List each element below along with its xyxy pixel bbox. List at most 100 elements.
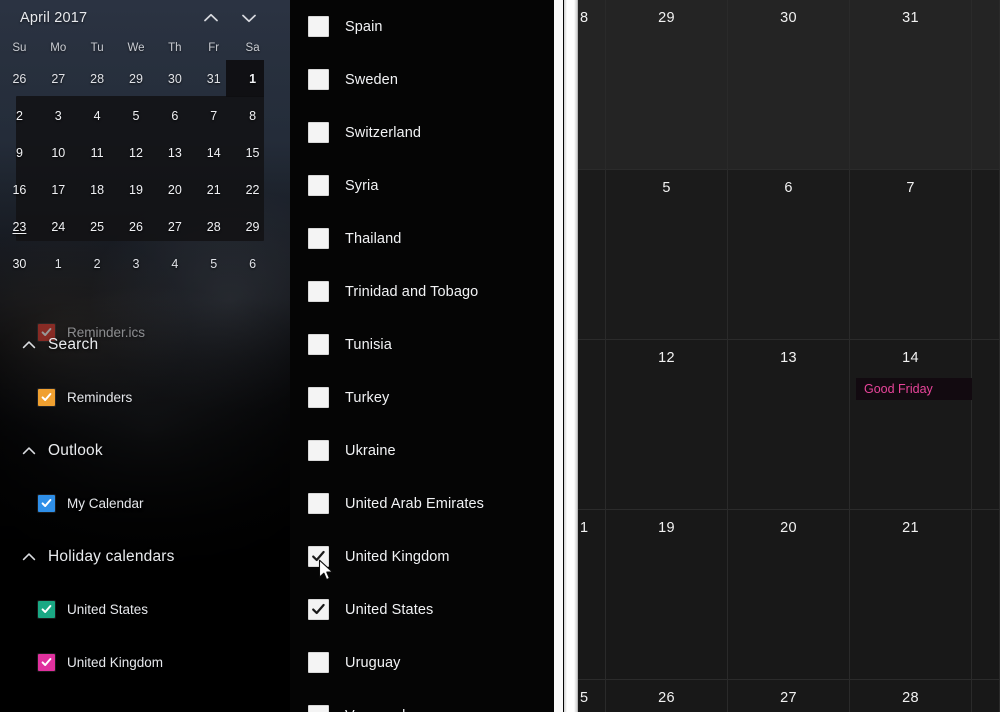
month-day-cell[interactable]: 21: [850, 510, 972, 680]
mini-calendar-day[interactable]: 5: [117, 97, 156, 134]
checkbox-checked-icon[interactable]: [308, 546, 329, 567]
country-row-trinidad-and-tobago[interactable]: Trinidad and Tobago: [290, 265, 564, 318]
mini-calendar-day[interactable]: 26: [0, 60, 39, 97]
month-day-cell[interactable]: 28: [850, 680, 972, 712]
mini-calendar-day[interactable]: 16: [0, 171, 39, 208]
month-day-cell[interactable]: 12: [606, 340, 728, 510]
sidebar-group-outlook[interactable]: Outlook: [0, 424, 290, 477]
mini-calendar-day[interactable]: 4: [78, 97, 117, 134]
month-day-cell[interactable]: 7: [850, 170, 972, 340]
country-row-tunisia[interactable]: Tunisia: [290, 318, 564, 371]
checkbox-unchecked-icon[interactable]: [308, 69, 329, 90]
checkbox-checked-icon[interactable]: [38, 654, 55, 671]
month-day-cell[interactable]: 19: [606, 510, 728, 680]
mini-calendar-day[interactable]: 10: [39, 134, 78, 171]
mini-calendar-day[interactable]: 2: [0, 97, 39, 134]
country-row-uruguay[interactable]: Uruguay: [290, 636, 564, 689]
chevron-down-icon[interactable]: [238, 7, 260, 29]
mini-calendar-day[interactable]: 28: [194, 208, 233, 245]
mini-calendar-day[interactable]: 27: [39, 60, 78, 97]
panel-divider-scrollbar[interactable]: [564, 0, 578, 712]
month-day-cell[interactable]: 13: [728, 340, 850, 510]
scrollbar-thumb[interactable]: [554, 0, 563, 712]
checkbox-unchecked-icon[interactable]: [308, 705, 329, 712]
month-day-cell[interactable]: 5: [578, 680, 606, 712]
checkbox-unchecked-icon[interactable]: [308, 281, 329, 302]
month-day-cell[interactable]: [972, 170, 1000, 340]
sidebar-calendar-united-kingdom[interactable]: United Kingdom: [0, 636, 290, 689]
mini-calendar-day[interactable]: 31: [194, 60, 233, 97]
mini-calendar-day[interactable]: 20: [155, 171, 194, 208]
month-day-cell[interactable]: 1: [578, 510, 606, 680]
mini-calendar-day[interactable]: 1: [39, 245, 78, 282]
month-day-cell[interactable]: [972, 340, 1000, 510]
mini-calendar-day[interactable]: 14: [194, 134, 233, 171]
month-day-cell[interactable]: 5: [606, 170, 728, 340]
country-row-spain[interactable]: Spain: [290, 0, 564, 53]
mini-calendar-day[interactable]: 7: [194, 97, 233, 134]
mini-calendar-day[interactable]: 22: [233, 171, 272, 208]
month-day-cell[interactable]: [972, 510, 1000, 680]
mini-calendar-day[interactable]: 9: [0, 134, 39, 171]
country-row-switzerland[interactable]: Switzerland: [290, 106, 564, 159]
mini-calendar-day[interactable]: 15: [233, 134, 272, 171]
mini-calendar-day[interactable]: 17: [39, 171, 78, 208]
mini-calendar-day[interactable]: 11: [78, 134, 117, 171]
mini-calendar-day[interactable]: 21: [194, 171, 233, 208]
checkbox-unchecked-icon[interactable]: [308, 493, 329, 514]
country-row-ukraine[interactable]: Ukraine: [290, 424, 564, 477]
checkbox-unchecked-icon[interactable]: [308, 334, 329, 355]
checkbox-checked-icon[interactable]: [308, 599, 329, 620]
mini-calendar-day[interactable]: 19: [117, 171, 156, 208]
month-day-cell[interactable]: 29: [606, 0, 728, 170]
sidebar-group-holiday-calendars[interactable]: Holiday calendars: [0, 530, 290, 583]
chevron-up-icon[interactable]: [20, 548, 38, 566]
month-day-cell[interactable]: [578, 340, 606, 510]
mini-calendar-day[interactable]: 8: [233, 97, 272, 134]
mini-calendar-day[interactable]: 30: [155, 60, 194, 97]
checkbox-checked-icon[interactable]: [38, 495, 55, 512]
month-day-cell[interactable]: [578, 170, 606, 340]
mini-calendar-day[interactable]: 13: [155, 134, 194, 171]
chevron-up-icon[interactable]: [20, 442, 38, 460]
country-row-united-kingdom[interactable]: United Kingdom: [290, 530, 564, 583]
country-list-scrollbar[interactable]: [554, 0, 564, 712]
mini-calendar-day[interactable]: 26: [117, 208, 156, 245]
mini-calendar-day[interactable]: 3: [117, 245, 156, 282]
month-day-cell[interactable]: 14 Good Friday: [850, 340, 1000, 510]
country-row-united-states[interactable]: United States: [290, 583, 564, 636]
country-row-turkey[interactable]: Turkey: [290, 371, 564, 424]
checkbox-unchecked-icon[interactable]: [308, 652, 329, 673]
checkbox-unchecked-icon[interactable]: [308, 228, 329, 249]
country-row-venezuela[interactable]: Venezuela: [290, 689, 564, 712]
checkbox-unchecked-icon[interactable]: [308, 440, 329, 461]
mini-calendar-day[interactable]: 27: [155, 208, 194, 245]
month-day-cell[interactable]: 30: [728, 0, 850, 170]
country-row-syria[interactable]: Syria: [290, 159, 564, 212]
month-day-cell[interactable]: 26: [606, 680, 728, 712]
mini-calendar-day[interactable]: 24: [39, 208, 78, 245]
checkbox-unchecked-icon[interactable]: [308, 16, 329, 37]
country-row-sweden[interactable]: Sweden: [290, 53, 564, 106]
month-day-cell[interactable]: 27: [728, 680, 850, 712]
checkbox-checked-icon[interactable]: [38, 601, 55, 618]
sidebar-group-search[interactable]: Search: [0, 318, 290, 371]
month-day-cell[interactable]: [972, 680, 1000, 712]
month-day-cell[interactable]: 6: [728, 170, 850, 340]
mini-calendar-day[interactable]: 25: [78, 208, 117, 245]
month-day-cell[interactable]: 8: [578, 0, 606, 170]
mini-calendar-day[interactable]: 30: [0, 245, 39, 282]
mini-calendar-day[interactable]: 23: [0, 208, 39, 245]
month-day-cell[interactable]: 20: [728, 510, 850, 680]
mini-calendar-day[interactable]: 2: [78, 245, 117, 282]
checkbox-unchecked-icon[interactable]: [308, 387, 329, 408]
mini-calendar-day[interactable]: 3: [39, 97, 78, 134]
mini-calendar-day[interactable]: 6: [155, 97, 194, 134]
checkbox-checked-icon[interactable]: [38, 389, 55, 406]
country-row-united-arab-emirates[interactable]: United Arab Emirates: [290, 477, 564, 530]
mini-calendar-day[interactable]: 18: [78, 171, 117, 208]
mini-calendar-day[interactable]: 12: [117, 134, 156, 171]
mini-calendar-day[interactable]: 28: [78, 60, 117, 97]
mini-calendar-day[interactable]: 4: [155, 245, 194, 282]
checkbox-unchecked-icon[interactable]: [308, 175, 329, 196]
